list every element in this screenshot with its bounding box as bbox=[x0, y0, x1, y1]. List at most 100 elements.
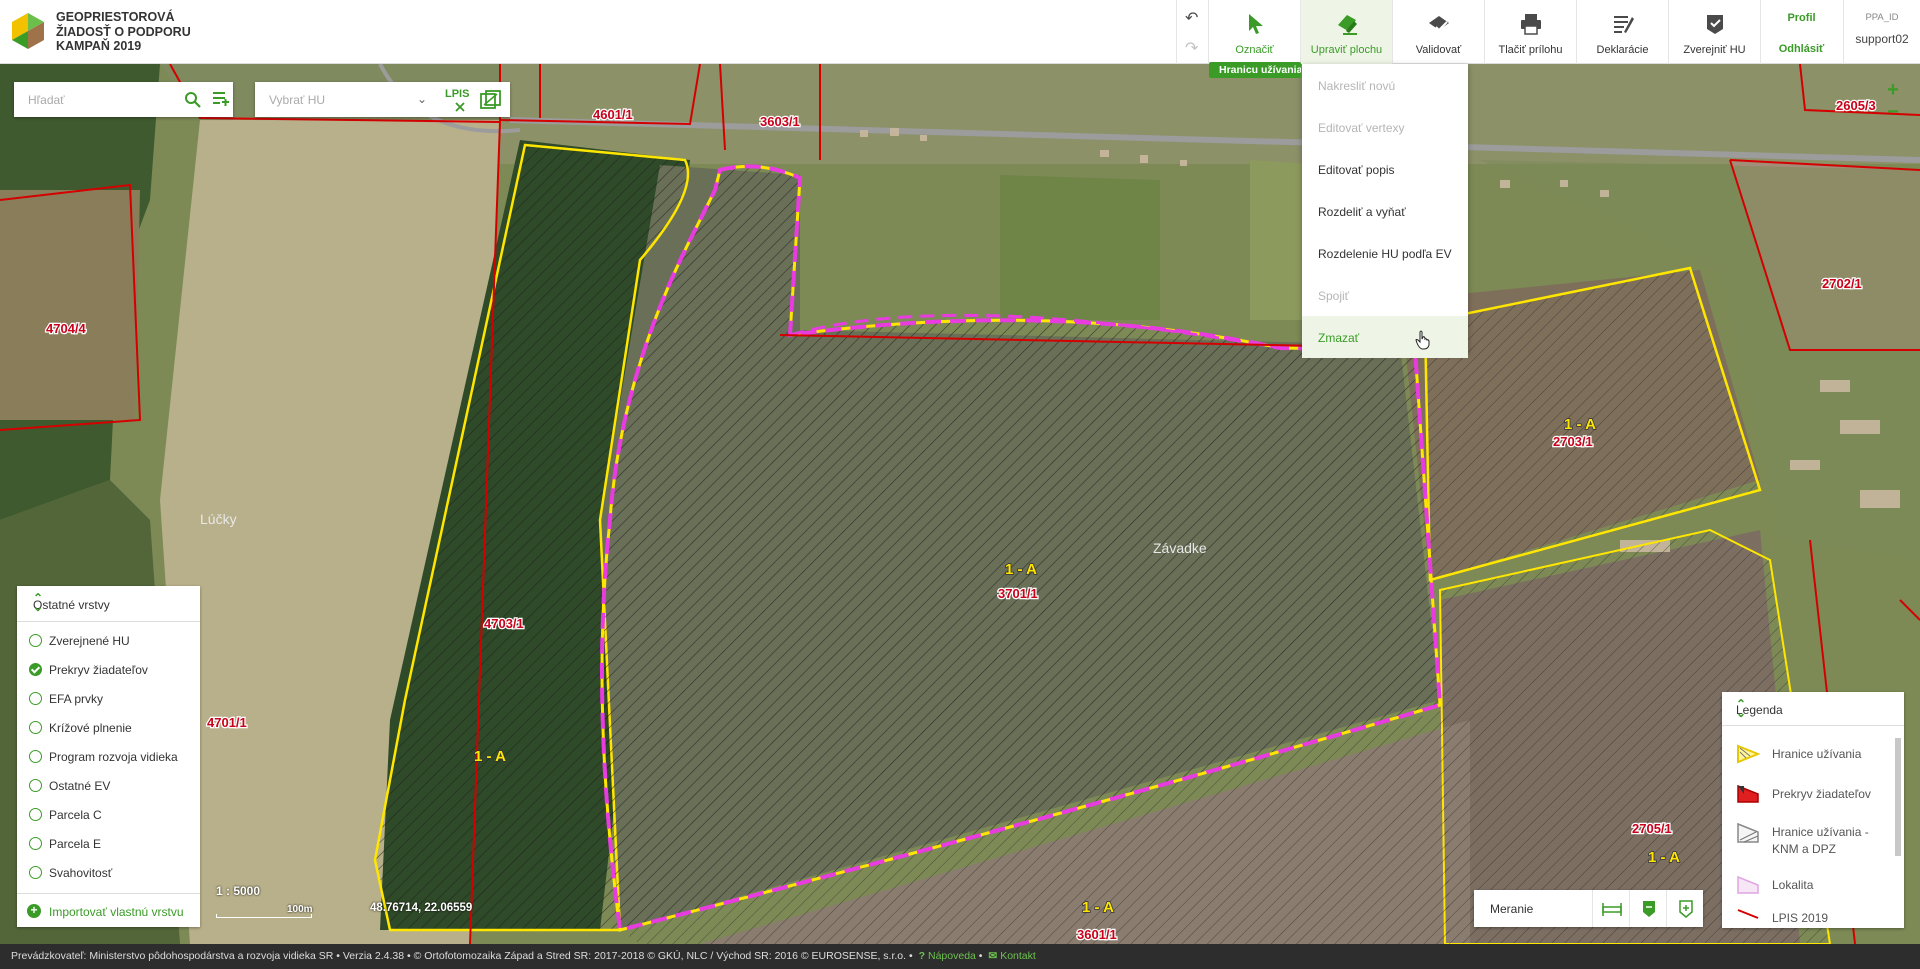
measure-line-icon bbox=[1602, 903, 1622, 916]
measure-clear-button[interactable] bbox=[1666, 890, 1703, 927]
zoom-in-button[interactable]: + bbox=[1882, 80, 1904, 102]
layer-item-parcel-c[interactable]: Parcela C bbox=[17, 800, 200, 829]
layer-item-applicants-overlap[interactable]: Prekryv žiadateľov bbox=[17, 655, 200, 684]
edit-area-button[interactable]: Upraviť plochu bbox=[1300, 0, 1392, 64]
measure-area-button[interactable] bbox=[1629, 890, 1666, 927]
menu-item-split-by-ev[interactable]: Rozdelenie HU podľa EV bbox=[1302, 232, 1468, 274]
layer-item-other-ev[interactable]: Ostatné EV bbox=[17, 771, 200, 800]
applicants-overlap-swatch-icon bbox=[1737, 784, 1759, 803]
layer-item-rural-program[interactable]: Program rozvoja vidieka bbox=[17, 742, 200, 771]
legend-scrollbar[interactable] bbox=[1894, 730, 1902, 926]
map-canvas[interactable]: 4601/1 3603/1 2605/3 2702/1 4704/4 2703/… bbox=[0, 64, 1920, 944]
username: support02 bbox=[1855, 32, 1909, 46]
parcel-label: 2605/3 bbox=[1836, 98, 1876, 113]
layer-radio[interactable] bbox=[29, 663, 42, 676]
publish-icon bbox=[1706, 15, 1723, 34]
legend-header[interactable]: Legenda ⌃ ⌄ bbox=[1722, 692, 1904, 726]
import-layer-button[interactable]: + Importovať vlastnú vrstvu bbox=[17, 893, 200, 927]
collapse-chevron-icon[interactable]: ⌃ ⌄ bbox=[1736, 698, 1896, 719]
layer-radio[interactable] bbox=[29, 866, 42, 879]
layer-radio[interactable] bbox=[29, 837, 42, 850]
layer-radio[interactable] bbox=[29, 750, 42, 763]
cursor-icon bbox=[1248, 14, 1263, 34]
contact-link[interactable]: Kontakt bbox=[1000, 950, 1036, 962]
app-logo-icon bbox=[12, 13, 44, 49]
layer-item-published-hu[interactable]: Zverejnené HU bbox=[17, 626, 200, 655]
tool-tooltip: Hranicu užívania bbox=[1209, 62, 1301, 78]
help-icon: ? bbox=[918, 950, 925, 962]
collapse-chevron-icon[interactable]: ⌃ ⌄ bbox=[33, 592, 192, 613]
layer-item-slope[interactable]: Svahovitosť bbox=[17, 858, 200, 887]
edit-area-menu: Nakresliť novú Editovať vertexy Editovať… bbox=[1302, 64, 1468, 358]
layer-radio[interactable] bbox=[29, 808, 42, 821]
usage-label: 1 - A bbox=[474, 748, 506, 765]
help-link[interactable]: Nápoveda bbox=[928, 950, 976, 962]
plus-circle-icon: + bbox=[27, 904, 41, 918]
hu-select[interactable]: Vybrať HU ⌄ LPIS bbox=[255, 82, 510, 117]
parcel-label: 3701/1 bbox=[998, 586, 1038, 601]
lpis-toggle-button[interactable]: LPIS bbox=[445, 88, 469, 100]
layers-compare-icon[interactable] bbox=[480, 90, 502, 110]
history-controls: ↶ ↷ bbox=[1176, 0, 1208, 64]
legend-item: LPIS 2019 bbox=[1736, 908, 1886, 928]
menu-item-delete[interactable]: Zmazať bbox=[1302, 316, 1468, 358]
locality-label: Lúčky bbox=[200, 511, 237, 527]
search-input[interactable]: Hľadať bbox=[28, 93, 65, 107]
menu-item-merge[interactable]: Spojiť bbox=[1302, 274, 1468, 316]
user-info: PPA_ID support02 bbox=[1843, 0, 1920, 64]
usage-boundary-knm-swatch-icon bbox=[1737, 822, 1759, 843]
profile-link[interactable]: Profil bbox=[1761, 12, 1842, 24]
parcel-label: 2705/1 bbox=[1632, 821, 1672, 836]
declarations-button[interactable]: Deklarácie bbox=[1576, 0, 1668, 64]
layer-radio[interactable] bbox=[29, 692, 42, 705]
app-title: GEOPRIESTOROVÁ ŽIADOSŤ O PODPORU KAMPAŇ … bbox=[56, 10, 191, 53]
measure-panel: Meranie bbox=[1474, 890, 1703, 927]
parcel-label: 2702/1 bbox=[1822, 276, 1862, 291]
menu-item-edit-description[interactable]: Editovať popis bbox=[1302, 148, 1468, 190]
profile-section: Profil Odhlásiť bbox=[1760, 0, 1842, 64]
layers-panel-header[interactable]: Ostatné vrstvy ⌃ ⌄ bbox=[17, 586, 200, 622]
zoom-out-button[interactable]: − bbox=[1882, 102, 1904, 124]
search-box: Hľadať bbox=[14, 82, 233, 117]
measure-label: Meranie bbox=[1490, 902, 1534, 916]
legend-item: Hranice užívania bbox=[1736, 744, 1886, 768]
other-layers-panel: Ostatné vrstvy ⌃ ⌄ Zverejnené HU Prekryv … bbox=[17, 586, 200, 927]
filter-list-icon[interactable] bbox=[212, 90, 230, 108]
redo-icon[interactable]: ↷ bbox=[1185, 38, 1198, 58]
locality-label: Závadke bbox=[1153, 540, 1207, 556]
map-scale: 1 : 5000 bbox=[216, 884, 261, 898]
validate-button[interactable]: Validovať bbox=[1392, 0, 1484, 64]
layer-radio[interactable] bbox=[29, 634, 42, 647]
parcel-label: 4704/4 bbox=[46, 321, 87, 336]
select-tool-button[interactable]: Označiť bbox=[1208, 0, 1300, 64]
search-icon[interactable] bbox=[184, 91, 201, 108]
cursor-coordinates: 48.76714, 22.06559 bbox=[370, 902, 473, 914]
locality-swatch-icon bbox=[1737, 875, 1759, 894]
legend-item: Lokalita bbox=[1736, 875, 1886, 899]
publish-hu-button[interactable]: Zverejniť HU bbox=[1668, 0, 1760, 64]
undo-icon[interactable]: ↶ bbox=[1185, 8, 1198, 28]
legend-panel: Legenda ⌃ ⌄ Hranice užívania Prekryv žiad… bbox=[1722, 692, 1904, 928]
menu-item-split-remove[interactable]: Rozdeliť a vyňať bbox=[1302, 190, 1468, 232]
parcel-label: 4701/1 bbox=[207, 715, 247, 730]
layer-radio[interactable] bbox=[29, 779, 42, 792]
layer-item-cross-compliance[interactable]: Krížové plnenie bbox=[17, 713, 200, 742]
parcel-label: 3603/1 bbox=[760, 114, 800, 129]
usage-boundary-swatch-icon bbox=[1737, 744, 1760, 764]
validate-icon bbox=[1428, 16, 1449, 32]
menu-item-edit-vertices[interactable]: Editovať vertexy bbox=[1302, 106, 1468, 148]
usage-label: 1 - A bbox=[1648, 849, 1680, 866]
usage-label: 1 - A bbox=[1564, 416, 1596, 433]
layer-radio[interactable] bbox=[29, 721, 42, 734]
legend-scrollbar-thumb[interactable] bbox=[1895, 738, 1901, 856]
print-attachment-button[interactable]: Tlačiť prílohu bbox=[1484, 0, 1576, 64]
edit-area-icon bbox=[1337, 15, 1357, 35]
measure-distance-button[interactable] bbox=[1592, 890, 1629, 927]
menu-item-draw-new[interactable]: Nakresliť novú bbox=[1302, 64, 1468, 106]
footer-copyright: Prevádzkovateľ: Ministerstvo pôdohospodá… bbox=[11, 950, 913, 962]
parcel-label: 2703/1 bbox=[1553, 434, 1593, 449]
logout-link[interactable]: Odhlásiť bbox=[1761, 43, 1842, 55]
parcel-label: 3601/1 bbox=[1077, 927, 1117, 942]
layer-item-efa[interactable]: EFA prvky bbox=[17, 684, 200, 713]
layer-item-parcel-e[interactable]: Parcela E bbox=[17, 829, 200, 858]
